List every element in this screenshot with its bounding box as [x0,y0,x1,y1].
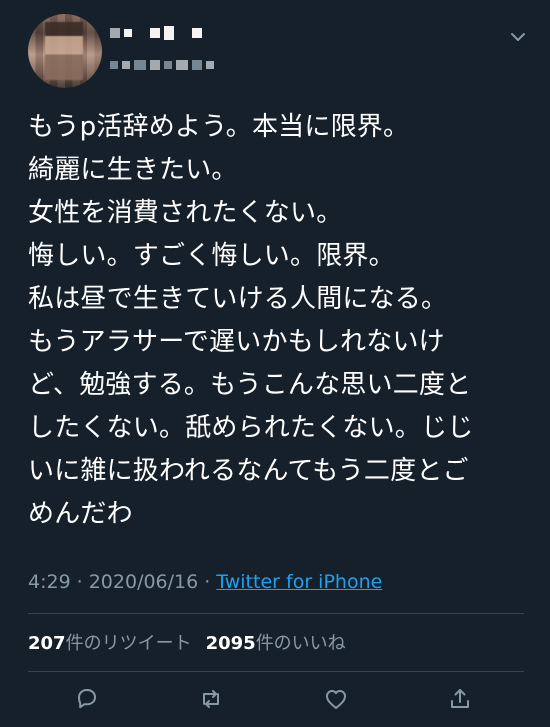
pixel-block [122,61,130,69]
tweet-line: めんだわ [28,499,133,529]
like-label: 件のいいね [255,633,346,654]
tweet-time[interactable]: 4:29 [28,571,71,593]
pixel-block [110,61,118,69]
tweet-line: 女性を消費されたくない。 [28,198,343,228]
retweet-count: 207 [28,633,66,654]
like-count: 2095 [205,633,256,654]
engagement-stats: 207 件のリツイート 2095 件のいいね [28,628,360,656]
tweet-metadata: 4:29 · 2020/06/16 · Twitter for iPhone [28,568,382,596]
top-divider [28,613,524,614]
tweet-line: もうp活辞めよう。本当に限界。 [28,112,410,142]
source-link[interactable]: Twitter for iPhone [216,571,382,593]
pixel-block [124,29,132,37]
pixel-block [110,28,120,38]
reply-button[interactable] [70,684,104,714]
pixelated-handle[interactable] [110,60,214,70]
chevron-down-icon[interactable] [506,27,530,47]
retweet-label: 件のリツイート [65,633,192,654]
pixel-block [164,61,172,69]
tweet-line: 綺麗に生きたい。 [28,155,238,185]
like-button[interactable] [319,684,353,714]
tweet-text: もうp活辞めよう。本当に限界。 綺麗に生きたい。 女性を消費されたくない。 悔し… [28,106,528,536]
pixel-block [206,61,214,69]
reply-icon [74,686,100,712]
retweet-count-link[interactable]: 207 件のリツイート [28,629,192,655]
tweet-line: もうアラサーで遅いかもしれないけ [28,327,445,357]
heart-icon [322,686,350,712]
pixel-block [150,60,160,70]
tweet-line: 私は昼で生きていける人間になる。 [28,284,448,314]
pixel-block [192,28,202,38]
pixel-block [176,60,188,70]
pixelated-display-name[interactable] [110,26,202,40]
pixel-block [134,60,146,70]
retweet-button[interactable] [194,684,228,714]
tweet-detail-screen: もうp活辞めよう。本当に限界。 綺麗に生きたい。 女性を消費されたくない。 悔し… [0,0,550,727]
metadata-separator: · [204,571,211,593]
tweet-line: したくない。舐められたくない。じじ [28,413,474,443]
pixel-block [192,60,202,70]
pixel-block [150,28,160,38]
tweet-line: ど、勉強する。もうこんな思い二度と [28,370,472,400]
avatar[interactable] [28,14,102,88]
tweet-line: いに雑に扱われるなんてもう二度とご [28,456,469,486]
pixel-block [178,28,188,38]
share-button[interactable] [443,684,477,714]
tweet-line: 悔しい。すごく悔しい。限界。 [28,241,395,271]
pixel-block [136,28,146,38]
like-count-link[interactable]: 2095 件のいいね [206,629,346,655]
tweet-date[interactable]: 2020/06/16 [89,571,199,593]
metadata-separator: · [76,571,83,593]
pixel-block [164,26,174,40]
retweet-icon [196,686,226,712]
tweet-actions [70,684,490,714]
bottom-divider [28,671,524,672]
share-icon [447,686,473,712]
